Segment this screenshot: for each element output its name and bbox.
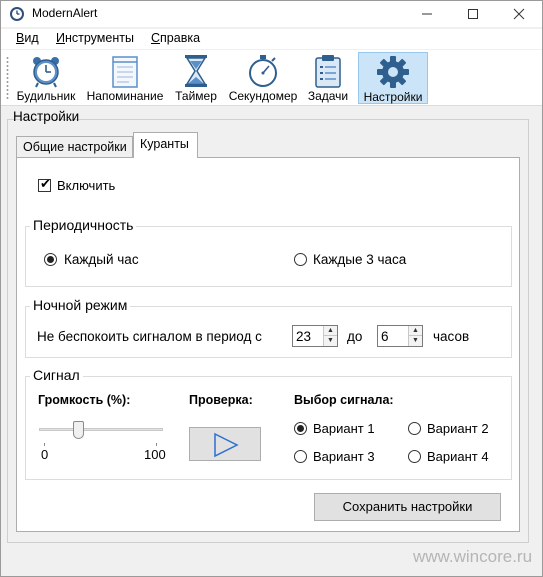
enable-label: Включить xyxy=(57,178,116,193)
night-from-spinner[interactable]: 23 ▲ ▼ xyxy=(292,325,338,347)
variant-2-label: Вариант 2 xyxy=(427,421,489,436)
every-3-hours-label: Каждые 3 часа xyxy=(313,252,407,267)
app-icon xyxy=(10,7,24,21)
radio-dot xyxy=(47,256,54,263)
tab-chimes[interactable]: Куранты xyxy=(133,132,198,158)
gear-icon xyxy=(377,56,409,88)
night-to-up-button[interactable]: ▲ xyxy=(409,326,422,336)
radio-every-3-hours[interactable] xyxy=(294,253,307,266)
window-title: ModernAlert xyxy=(32,6,98,20)
clipboard-icon xyxy=(315,55,341,88)
title-bar: ModernAlert xyxy=(1,1,542,27)
night-from-down-button[interactable]: ▼ xyxy=(324,336,337,346)
radio-variant-1[interactable] xyxy=(294,422,307,435)
volume-slider-thumb[interactable] xyxy=(73,421,84,439)
periodicity-title: Периодичность xyxy=(30,217,137,233)
night-to-value: 6 xyxy=(381,329,389,344)
app-window: ModernAlert Вид Инструменты Справка Буди… xyxy=(0,0,543,577)
menu-view[interactable]: Вид xyxy=(16,31,39,45)
signal-title: Сигнал xyxy=(30,367,83,383)
volume-label: Громкость (%): xyxy=(38,393,131,407)
toolbar-reminder-label: Напоминание xyxy=(86,89,164,103)
minimize-icon xyxy=(422,13,432,15)
volume-tick xyxy=(44,443,45,446)
radio-dot xyxy=(297,425,304,432)
volume-min-label: 0 xyxy=(41,447,49,462)
menu-view-label: ид xyxy=(24,31,39,45)
night-to-spinner[interactable]: 6 ▲ ▼ xyxy=(377,325,423,347)
stopwatch-icon xyxy=(249,55,277,87)
toolbar-reminder-button[interactable]: Напоминание xyxy=(84,52,166,104)
alarm-clock-icon xyxy=(33,57,59,88)
menu-tools[interactable]: Инструменты xyxy=(56,31,134,45)
variant-4-label: Вариант 4 xyxy=(427,449,489,464)
night-from-value: 23 xyxy=(296,329,312,344)
minimize-button[interactable] xyxy=(404,1,450,27)
close-button[interactable] xyxy=(496,1,542,27)
night-mode-to-label: до xyxy=(347,329,363,344)
check-label: Проверка: xyxy=(189,393,253,407)
toolbar-alarm-button[interactable]: Будильник xyxy=(14,52,78,104)
toolbar-timer-button[interactable]: Таймер xyxy=(171,52,221,104)
variant-3-label: Вариант 3 xyxy=(313,449,375,464)
signal-choice-label: Выбор сигнала: xyxy=(294,393,394,407)
night-to-spin-buttons: ▲ ▼ xyxy=(408,326,422,346)
save-settings-button[interactable]: Сохранить настройки xyxy=(314,493,501,521)
night-mode-suffix: часов xyxy=(433,329,470,344)
tab-general-settings[interactable]: Общие настройки xyxy=(16,136,133,158)
watermark-text: www.wincore.ru xyxy=(413,547,533,566)
menu-tools-accel: И xyxy=(56,31,65,45)
menu-bar: Вид Инструменты Справка xyxy=(1,29,542,49)
volume-slider-track[interactable] xyxy=(39,428,163,431)
toolbar-settings-button[interactable]: Настройки xyxy=(358,52,428,104)
close-icon xyxy=(513,8,525,20)
settings-title: Настройки xyxy=(13,109,80,124)
toolbar-settings-label: Настройки xyxy=(363,90,423,104)
check-mark-icon: ✔ xyxy=(40,176,51,191)
volume-max-label: 100 xyxy=(144,447,166,462)
night-to-down-button[interactable]: ▼ xyxy=(409,336,422,346)
variant-1-label: Вариант 1 xyxy=(313,421,375,436)
night-mode-prefix: Не беспокоить сигналом в период с xyxy=(37,329,262,344)
volume-tick xyxy=(156,443,157,446)
night-from-up-button[interactable]: ▲ xyxy=(324,326,337,336)
menu-tools-label: нструменты xyxy=(64,31,134,45)
menu-help[interactable]: Справка xyxy=(151,31,200,45)
radio-variant-3[interactable] xyxy=(294,450,307,463)
toolbar-alarm-label: Будильник xyxy=(16,89,76,103)
toolbar: Будильник Напоминание Таймер Секундомер … xyxy=(1,50,542,106)
play-icon xyxy=(214,432,239,458)
toolbar-stopwatch-label: Секундомер xyxy=(228,89,298,103)
play-test-button[interactable] xyxy=(189,427,261,461)
notepad-icon xyxy=(112,56,138,88)
menu-help-label: правка xyxy=(160,31,201,45)
radio-variant-2[interactable] xyxy=(408,422,421,435)
radio-every-hour[interactable] xyxy=(44,253,57,266)
maximize-icon xyxy=(468,9,478,19)
radio-variant-4[interactable] xyxy=(408,450,421,463)
toolbar-stopwatch-button[interactable]: Секундомер xyxy=(226,52,300,104)
toolbar-grip[interactable] xyxy=(6,56,9,100)
enable-checkbox[interactable]: ✔ xyxy=(38,176,51,192)
night-from-spin-buttons: ▲ ▼ xyxy=(323,326,337,346)
menu-help-accel: С xyxy=(151,31,161,45)
toolbar-tasks-label: Задачи xyxy=(307,89,349,103)
toolbar-tasks-button[interactable]: Задачи xyxy=(303,52,353,104)
hourglass-icon xyxy=(185,55,207,87)
every-hour-label: Каждый час xyxy=(64,252,139,267)
night-mode-title: Ночной режим xyxy=(30,297,131,313)
maximize-button[interactable] xyxy=(450,1,496,27)
toolbar-timer-label: Таймер xyxy=(175,89,217,103)
